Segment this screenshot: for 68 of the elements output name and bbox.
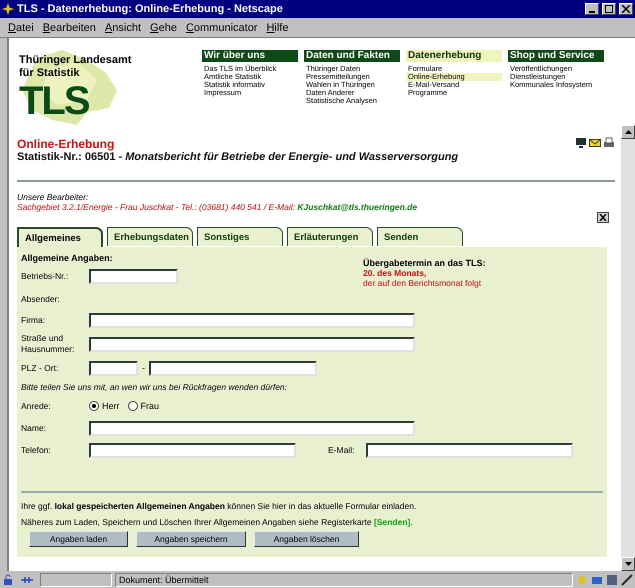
minimize-button[interactable]	[585, 3, 599, 15]
close-button[interactable]	[619, 3, 633, 15]
window-title: TLS - Datenerhebung: Online-Erhebung - Netscape	[17, 3, 284, 15]
action-button[interactable]: Angaben löschen	[254, 531, 359, 547]
deadline-date: 20. des Monats,	[363, 268, 428, 278]
radio-button[interactable]	[89, 401, 99, 411]
input-field[interactable]	[149, 360, 317, 376]
logo: TLS	[19, 80, 89, 122]
star-icon	[2, 3, 14, 15]
info-text: Näheres zum Laden, Speichern und Löschen Ihrer Allgemeinen Angaben siehe Registerkarte [Senden].	[21, 517, 414, 527]
field-label: Absender:	[21, 294, 61, 304]
menu-item[interactable]: Communicator	[186, 22, 258, 34]
input-field[interactable]	[366, 442, 574, 458]
menu-item[interactable]: Gehe	[150, 22, 177, 34]
input-field[interactable]	[89, 336, 415, 352]
action-button[interactable]: Angaben laden	[29, 531, 128, 547]
instruction-text: Bitte teilen Sie uns mit, an wen wir uns bei Rückfragen wenden dürfen:	[21, 382, 288, 392]
field-label: E-Mail:	[328, 444, 354, 456]
menu-item[interactable]: Hilfe	[266, 22, 288, 34]
separator-text: -	[142, 363, 145, 373]
scrollbar[interactable]	[621, 125, 635, 571]
tab[interactable]: Erhebungsdaten	[107, 227, 193, 246]
contact-info: Sachgebiet 3.2.1/Energie - Frau Juschkat - Tel.: (03681) 440 541 / E-Mail: KJuschkat@tls.thueringen.de	[17, 202, 418, 212]
nav-heading[interactable]: Wir über uns	[202, 50, 298, 62]
nav-heading[interactable]: Shop und Service	[508, 50, 604, 62]
radio-label: Frau	[140, 401, 160, 411]
radio-button[interactable]	[128, 401, 138, 411]
scroll-up-icon[interactable]	[621, 125, 635, 139]
close-icon[interactable]	[597, 212, 609, 223]
page-heading: Online-Erhebung	[17, 137, 116, 151]
input-field[interactable]	[89, 312, 415, 328]
status-text: Dokument: Übermittelt	[115, 572, 573, 586]
menu-item[interactable]: Bearbeiten	[42, 22, 96, 34]
nav-heading[interactable]: Datenerhebung	[406, 50, 502, 62]
action-button[interactable]: Angaben speichern	[136, 531, 246, 547]
info-text: Ihre ggf. lokal gespeicherten Allgemeinen Angaben können Sie hier in das aktuelle Formular einladen.	[21, 501, 418, 511]
input-field[interactable]	[89, 442, 296, 458]
radio-label: Herr	[102, 401, 120, 411]
email-link[interactable]: KJuschkat@tls.thueringen.de	[297, 202, 418, 212]
lock-icon	[2, 574, 14, 586]
status-field	[40, 572, 112, 586]
input-field[interactable]	[89, 268, 178, 284]
nav-heading[interactable]: Daten und Fakten	[304, 50, 400, 62]
tab[interactable]: Sonstiges	[197, 227, 283, 246]
deadline-note: der auf den Berichtsmonat folgt	[363, 278, 482, 288]
input-field[interactable]	[89, 420, 415, 436]
tab[interactable]: Erläuterungen	[287, 227, 373, 246]
field-label: Firma:	[21, 314, 46, 326]
field-label: Telefon:	[21, 444, 52, 456]
tab[interactable]: Allgemeines	[17, 227, 103, 247]
printer-icon	[603, 137, 615, 149]
field-label: Anrede:	[21, 400, 52, 412]
deadline-title: Übergabetermin an das TLS:	[363, 258, 486, 268]
survey-title: Statistik-Nr.: 06501 - Monatsbericht für Betriebe der Energie- und Wasserversorgung	[17, 151, 458, 163]
monitor-icon	[575, 137, 587, 149]
menu-item[interactable]: Datei	[8, 22, 34, 34]
menu-item[interactable]: Ansicht	[104, 22, 142, 34]
field-label: Name:	[21, 422, 48, 434]
field-label: Betriebs-Nr.:	[21, 270, 70, 282]
tab[interactable]: Senden	[377, 227, 463, 246]
field-label: PLZ - Ort:	[21, 362, 60, 374]
field-label: Straße und Hausnummer:	[21, 333, 76, 355]
organization-name: Thüringer Landesamt für Statistik	[19, 54, 132, 80]
maximize-button[interactable]	[602, 3, 616, 15]
input-field[interactable]	[89, 360, 138, 376]
scroll-down-icon[interactable]	[621, 557, 635, 571]
envelope-icon	[589, 137, 601, 149]
contact-label: Unsere Bearbeiter:	[17, 192, 90, 202]
